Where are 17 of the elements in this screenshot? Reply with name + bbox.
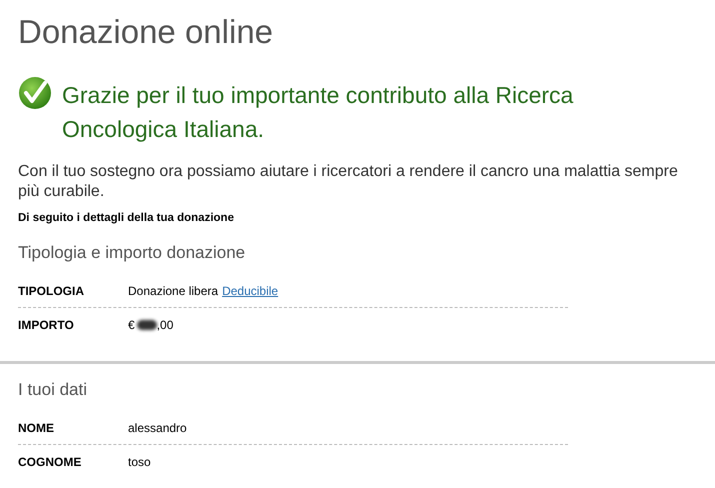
- currency-symbol: €: [128, 316, 135, 334]
- success-message: Grazie per il tuo importante contributo alla Ricerca Oncologica Italiana.: [62, 81, 574, 144]
- field-label: COGNOME: [18, 454, 82, 471]
- field-value: toso: [128, 454, 151, 471]
- deductible-link[interactable]: Deducibile: [222, 282, 278, 300]
- checkmark-icon: [18, 76, 52, 110]
- section-title: I tuoi dati: [18, 379, 88, 402]
- field-value: Donazione libera: [128, 283, 218, 300]
- amount-decimals: ,00: [156, 316, 174, 334]
- field-label: NOME: [18, 420, 55, 438]
- field-value: alessandro: [128, 420, 187, 438]
- details-caption: Di seguito i dettagli della tua donazione: [18, 211, 235, 226]
- field-label: IMPORTO: [18, 316, 75, 334]
- section-title: Tipologia e importo donazione: [18, 242, 246, 264]
- page-title: Donazione online: [18, 12, 274, 52]
- field-label: TIPOLOGIA: [18, 283, 85, 300]
- intro-text: Con il tuo sostegno ora possiamo aiutare i ricercatori a rendere il cancro una malattia sempre più curabile.: [18, 162, 679, 202]
